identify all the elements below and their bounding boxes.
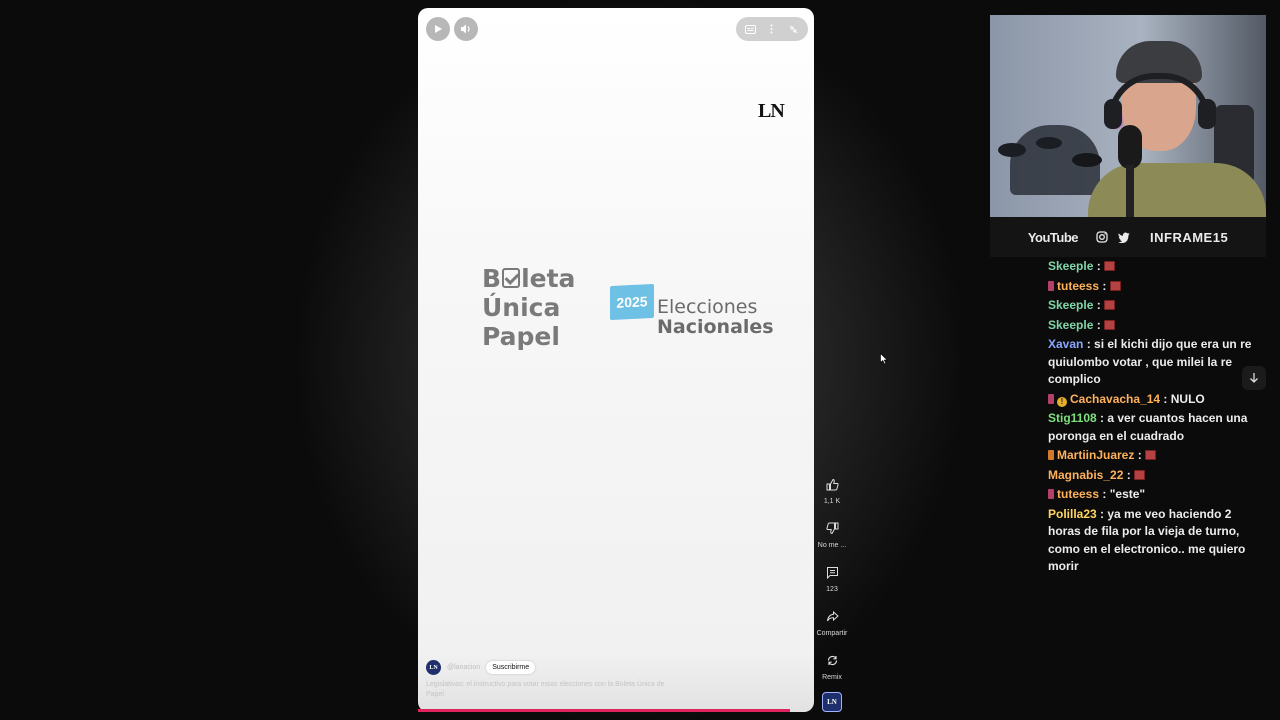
chat-message: ! Cachavacha_14 : NULO: [1048, 391, 1256, 409]
elecciones-line2: Nacionales: [657, 316, 774, 338]
share-label: Compartir: [816, 630, 848, 637]
chat-message: Stig1108 : a ver cuantos hacen una poron…: [1048, 411, 1248, 443]
boleta-line3: Papel: [482, 322, 560, 351]
sub-badge-icon: [1048, 489, 1054, 499]
comments-count: 123: [826, 586, 838, 593]
chat-text: "este": [1109, 487, 1146, 501]
sub-badge-icon: [1048, 280, 1054, 291]
emote-icon: [1134, 469, 1146, 480]
collapse-icon[interactable]: [784, 20, 802, 38]
chat-message: Skeeple :: [1048, 297, 1256, 315]
chat-message: Magnabis_22 :: [1048, 467, 1256, 485]
boleta-line1-pre: B: [482, 264, 502, 293]
captions-icon[interactable]: [742, 20, 760, 38]
chat-message: Skeeple :: [1048, 317, 1256, 335]
chat-username[interactable]: tuteess: [1057, 487, 1099, 501]
chat-message: tuteess : "este": [1048, 486, 1256, 504]
chat-username[interactable]: Stig1108: [1048, 411, 1097, 425]
flag-badge: 2025: [610, 283, 654, 321]
chat-list: Skeeple : tuteess : Skeeple : Skeeple : …: [1048, 258, 1256, 578]
thumbs-down-icon: [825, 522, 838, 534]
youtube-label: YouTube: [1027, 229, 1079, 245]
emote-icon: [1109, 280, 1121, 291]
chat-text: NULO: [1170, 391, 1205, 406]
chat-message: Polilla23 : ya me veo haciendo 2 horas d…: [1048, 506, 1246, 574]
webcam-microphone: [1118, 125, 1142, 169]
share-button[interactable]: Compartir: [816, 604, 848, 637]
short-video-player[interactable]: LN Bleta Única Papel 2025 Elecciones Nac…: [418, 8, 814, 712]
volume-button[interactable]: [454, 17, 478, 41]
boleta-unica-logo: Bleta Única Papel: [482, 264, 592, 351]
progress-bar[interactable]: [418, 709, 791, 712]
chat-username[interactable]: Magnabis_22: [1048, 468, 1123, 482]
webcam-drum: [1036, 137, 1062, 149]
chat-username[interactable]: Skeeple: [1048, 259, 1093, 273]
chat-username[interactable]: MartiinJuarez: [1057, 448, 1134, 462]
instagram-icon: [1096, 231, 1108, 243]
checkbox-icon: [502, 268, 521, 288]
dislike-button[interactable]: No me ...: [816, 516, 848, 549]
sub-badge-icon: [1048, 393, 1054, 404]
webcam-drum: [1072, 153, 1102, 167]
thumbs-up-icon: [826, 478, 839, 490]
brand-logo: LN: [758, 100, 785, 122]
chat-message: Xavan : si el kichi dijo que era un re q…: [1048, 337, 1252, 386]
mouse-cursor-icon: [880, 353, 888, 365]
remix-button[interactable]: Remix: [816, 648, 848, 681]
emote-icon: [1145, 450, 1157, 460]
remix-label: Remix: [822, 674, 842, 681]
chat-username[interactable]: Cachavacha_14: [1070, 392, 1160, 406]
chat-message: tuteess :: [1048, 278, 1256, 296]
scroll-to-bottom-button[interactable]: [1242, 366, 1266, 390]
sub-badge-icon: [1048, 450, 1054, 460]
subscribe-button[interactable]: Suscribirme: [486, 661, 536, 674]
remix-source-thumb[interactable]: LN: [816, 692, 848, 712]
comments-button[interactable]: 123: [816, 560, 848, 593]
webcam-drum: [998, 143, 1026, 157]
channel-avatar[interactable]: LN: [426, 660, 441, 675]
webcam-person-body: [1088, 163, 1266, 217]
video-caption[interactable]: Legislativas: el instructivo para votar …: [426, 680, 676, 700]
volume-icon: [461, 24, 470, 34]
chat-username[interactable]: tuteess: [1057, 279, 1099, 293]
webcam-headphone-cup: [1104, 99, 1122, 129]
webcam-headphone-cup: [1198, 99, 1216, 129]
chat-message: Skeeple :: [1048, 258, 1256, 276]
flag-year: 2025: [616, 293, 648, 311]
emote-icon: [1104, 319, 1116, 330]
chat-username[interactable]: Polilla23: [1048, 507, 1097, 521]
boleta-line1-post: leta: [521, 264, 576, 293]
arrow-down-icon: [1250, 373, 1258, 383]
share-icon: [826, 610, 839, 621]
emote-icon: [1104, 300, 1116, 310]
play-icon: [435, 25, 442, 33]
remix-thumb-logo: LN: [822, 692, 842, 712]
elecciones-logo: Elecciones Nacionales: [657, 297, 774, 337]
alert-badge-icon: !: [1057, 396, 1067, 407]
twitter-icon: [1118, 232, 1130, 243]
play-button[interactable]: [426, 17, 450, 41]
elecciones-line1: Elecciones: [657, 296, 758, 318]
player-toolbar: [736, 17, 808, 41]
like-button[interactable]: 1,1 K: [816, 472, 848, 505]
chat-username[interactable]: Skeeple: [1048, 298, 1093, 312]
chat-username[interactable]: Xavan: [1048, 337, 1083, 351]
more-vert-icon[interactable]: [763, 20, 781, 38]
boleta-line2: Única: [482, 293, 561, 322]
socials-bar: YouTube INFRAME15: [990, 217, 1266, 257]
like-count: 1,1 K: [823, 498, 841, 505]
dislike-label: No me ...: [817, 542, 847, 549]
chat-username[interactable]: Skeeple: [1048, 318, 1093, 332]
channel-row: LN @lanacion Suscribirme: [426, 660, 536, 675]
remix-icon: [827, 655, 837, 665]
comment-icon: [826, 566, 838, 579]
webcam-mic-arm: [1126, 165, 1134, 217]
emote-icon: [1104, 261, 1116, 271]
channel-handle: INFRAME15: [1150, 229, 1229, 245]
chat-message: MartiinJuarez :: [1048, 447, 1256, 465]
channel-name[interactable]: @lanacion: [447, 664, 480, 671]
streamer-webcam: [990, 15, 1266, 217]
